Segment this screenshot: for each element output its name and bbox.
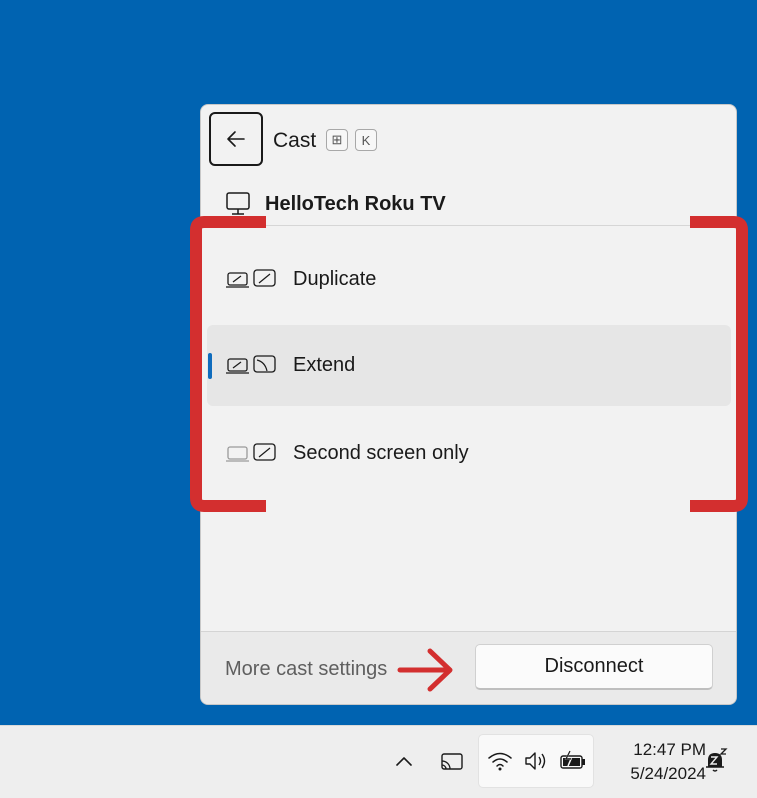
notifications-dnd-icon	[706, 748, 728, 772]
panel-title: Cast	[273, 129, 317, 152]
mode-label: Extend	[293, 354, 356, 376]
k-key-badge: K	[355, 129, 377, 151]
notifications-button[interactable]	[702, 746, 730, 776]
mode-second-screen-only[interactable]: Second screen only	[207, 413, 731, 494]
back-arrow-icon	[227, 131, 245, 147]
mode-extend[interactable]: Extend	[207, 325, 731, 406]
mode-duplicate[interactable]: Duplicate	[207, 239, 731, 320]
cast-tray-button[interactable]	[436, 746, 468, 778]
second-screen-only-icon	[226, 442, 276, 462]
extend-display-icon	[226, 354, 276, 374]
panel-footer: More cast settings Disconnect	[201, 631, 736, 704]
monitor-icon	[226, 192, 250, 215]
cast-icon	[441, 753, 463, 770]
disconnect-button[interactable]: Disconnect	[475, 644, 713, 690]
more-cast-settings-link[interactable]: More cast settings	[225, 658, 387, 681]
device-name: HelloTech Roku TV	[265, 192, 446, 215]
wifi-icon	[488, 752, 512, 771]
mode-label: Second screen only	[293, 442, 469, 464]
clock-date: 5/24/2024	[630, 764, 706, 783]
duplicate-display-icon	[226, 268, 276, 288]
windows-key-icon: ⊞	[326, 129, 348, 151]
system-clock[interactable]: 12:47 PM 5/24/2024	[600, 738, 706, 786]
taskbar: 12:47 PM 5/24/2024	[0, 725, 757, 798]
connected-device: HelloTech Roku TV	[225, 189, 446, 219]
quick-settings-button[interactable]	[478, 734, 594, 788]
back-button[interactable]	[209, 112, 263, 166]
divider	[201, 225, 736, 226]
clock-time: 12:47 PM	[633, 740, 706, 759]
selection-indicator	[208, 353, 212, 379]
cast-panel: Cast ⊞ K HelloTech Roku TV Duplicate Ext…	[200, 104, 737, 705]
volume-icon	[525, 752, 546, 770]
battery-charging-icon	[560, 750, 585, 769]
show-hidden-icons-button[interactable]	[390, 748, 418, 776]
mode-label: Duplicate	[293, 268, 377, 290]
chevron-up-icon	[396, 757, 412, 766]
